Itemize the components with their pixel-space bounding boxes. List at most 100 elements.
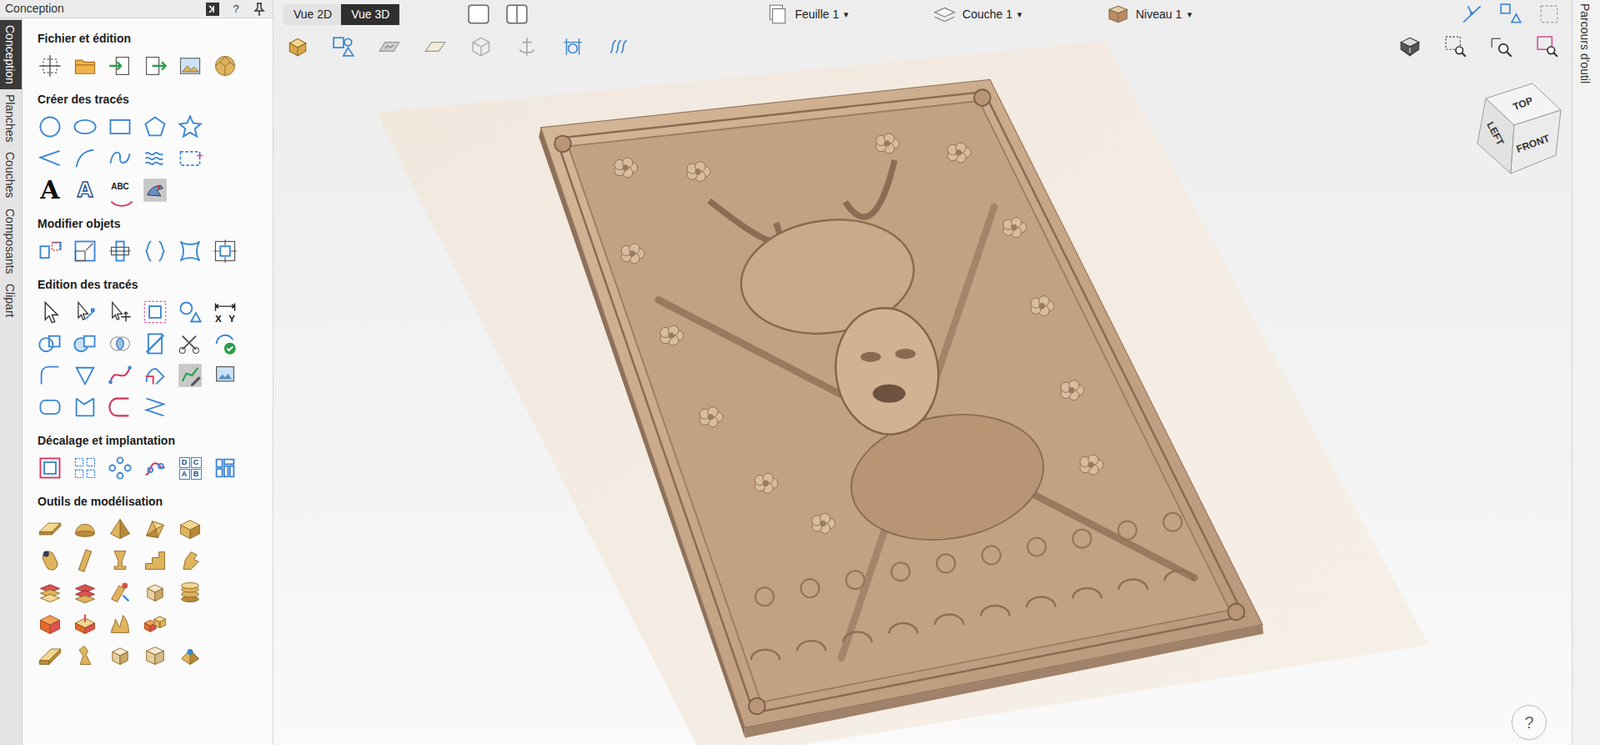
mirror-icon[interactable] bbox=[36, 237, 64, 265]
dome-icon[interactable] bbox=[71, 515, 99, 542]
wireframe-icon[interactable] bbox=[468, 34, 494, 60]
view-button[interactable]: Vue 3D bbox=[341, 4, 400, 26]
coins-icon[interactable] bbox=[176, 578, 204, 606]
redcube-icon[interactable] bbox=[36, 610, 64, 637]
roundrect-icon[interactable] bbox=[36, 393, 64, 421]
align-icon[interactable] bbox=[106, 237, 134, 265]
newdoc-icon[interactable] bbox=[36, 52, 64, 80]
brackets-icon[interactable] bbox=[141, 237, 169, 265]
weld-icon[interactable] bbox=[36, 330, 64, 357]
zoom-all-icon[interactable] bbox=[1489, 34, 1515, 60]
block-icon[interactable] bbox=[141, 642, 169, 669]
side-tab[interactable]: Planches bbox=[0, 89, 22, 148]
gear3d-icon[interactable] bbox=[176, 642, 204, 669]
triangle-icon[interactable] bbox=[71, 361, 99, 389]
center-icon[interactable] bbox=[211, 237, 239, 265]
waves-icon[interactable] bbox=[606, 34, 632, 60]
subtract-icon[interactable] bbox=[71, 330, 99, 357]
spline-icon[interactable] bbox=[106, 361, 134, 389]
labels-tool[interactable]: DCAB bbox=[176, 454, 204, 482]
folder-icon[interactable] bbox=[71, 52, 99, 80]
scale-icon[interactable] bbox=[71, 237, 99, 265]
shapes-icon[interactable] bbox=[176, 298, 204, 326]
figure-icon[interactable] bbox=[71, 642, 99, 669]
shapes-icon[interactable] bbox=[1498, 1, 1524, 27]
dropdown[interactable]: Niveau 1▾ bbox=[1105, 1, 1192, 27]
view-button[interactable]: Vue 2D bbox=[283, 4, 342, 26]
text-on-curve-tool[interactable]: ABC bbox=[106, 176, 134, 204]
chevron-icon[interactable] bbox=[141, 393, 169, 421]
split-view-icon[interactable] bbox=[504, 1, 530, 27]
cube-face-label[interactable]: TOP bbox=[1511, 94, 1535, 113]
layers-icon[interactable] bbox=[36, 578, 64, 606]
waves-icon[interactable] bbox=[141, 145, 169, 172]
outline-text-tool[interactable]: A bbox=[71, 176, 99, 204]
zoom-box-icon[interactable] bbox=[1443, 34, 1469, 60]
gem-icon[interactable] bbox=[211, 52, 239, 80]
dimension-tool[interactable]: XY bbox=[211, 298, 239, 326]
goblet-icon[interactable] bbox=[106, 546, 134, 574]
side-tab[interactable]: Conception bbox=[0, 20, 22, 90]
dropdown[interactable]: Couche 1▾ bbox=[932, 1, 1023, 27]
star-icon[interactable] bbox=[176, 113, 204, 141]
cube-face-label[interactable]: LEFT bbox=[1484, 120, 1507, 149]
curve-icon[interactable] bbox=[106, 145, 134, 172]
cubes-icon[interactable] bbox=[141, 610, 169, 637]
import-icon[interactable] bbox=[106, 52, 134, 80]
bar-icon[interactable] bbox=[71, 546, 99, 574]
capsule-icon[interactable] bbox=[36, 546, 64, 574]
hand-icon[interactable] bbox=[176, 546, 204, 574]
zoom-selection-icon[interactable] bbox=[1534, 34, 1560, 60]
circular-icon[interactable] bbox=[106, 454, 134, 482]
array-icon[interactable] bbox=[71, 454, 99, 482]
join-icon[interactable] bbox=[141, 361, 169, 389]
plane-icon[interactable] bbox=[36, 515, 64, 542]
slope-icon[interactable] bbox=[36, 642, 64, 669]
box-icon[interactable] bbox=[176, 515, 204, 542]
path-icon[interactable] bbox=[141, 454, 169, 482]
fillet-icon[interactable] bbox=[36, 361, 64, 389]
cube-icon[interactable] bbox=[106, 642, 134, 669]
pen-icon[interactable] bbox=[106, 578, 134, 606]
cube-icon[interactable] bbox=[141, 578, 169, 606]
intersect-icon[interactable] bbox=[106, 330, 134, 357]
circle-icon[interactable] bbox=[36, 113, 64, 141]
image-plane-icon[interactable] bbox=[376, 34, 402, 60]
redcube2-icon[interactable] bbox=[71, 610, 99, 637]
arc-icon[interactable] bbox=[71, 145, 99, 172]
collapse-panel-icon[interactable] bbox=[204, 0, 221, 18]
material-icon[interactable] bbox=[285, 34, 311, 60]
steps-icon[interactable] bbox=[141, 546, 169, 574]
vectors-icon[interactable] bbox=[331, 34, 357, 60]
draw-icon[interactable] bbox=[176, 361, 204, 389]
scene-icon[interactable] bbox=[176, 52, 204, 80]
pyramid-icon[interactable] bbox=[106, 515, 134, 542]
ellipse-icon[interactable] bbox=[71, 113, 99, 141]
pin-icon[interactable] bbox=[250, 0, 268, 18]
text-tool[interactable]: A bbox=[36, 176, 64, 204]
image-icon[interactable] bbox=[211, 361, 239, 389]
dashrect-icon[interactable] bbox=[176, 145, 204, 172]
layers2-icon[interactable] bbox=[71, 578, 99, 606]
view-cube[interactable]: TOPLEFT FRONT bbox=[1467, 76, 1568, 184]
polyline-icon[interactable] bbox=[36, 145, 64, 172]
export-icon[interactable] bbox=[141, 52, 169, 80]
trace-icon[interactable] bbox=[141, 176, 169, 204]
shading-icon[interactable] bbox=[1397, 34, 1423, 60]
anchor-icon[interactable] bbox=[514, 34, 540, 60]
plane-icon[interactable] bbox=[422, 34, 448, 60]
flame-icon[interactable] bbox=[106, 610, 134, 637]
ucurve-icon[interactable] bbox=[106, 393, 134, 421]
pentagon-icon[interactable] bbox=[141, 113, 169, 141]
cube-face-label[interactable]: FRONT bbox=[1514, 131, 1552, 156]
side-tab[interactable]: Couches bbox=[0, 146, 22, 203]
nest-icon[interactable] bbox=[211, 454, 239, 482]
dashsel-icon[interactable] bbox=[141, 298, 169, 326]
single-view-icon[interactable] bbox=[466, 1, 492, 27]
slash-icon[interactable] bbox=[141, 330, 169, 357]
toolpath-icon[interactable] bbox=[560, 34, 586, 60]
check-icon[interactable] bbox=[211, 330, 239, 357]
offset-icon[interactable] bbox=[36, 454, 64, 482]
toolpath-tab[interactable]: Parcours d'outil bbox=[1572, 0, 1600, 87]
snap-icon[interactable] bbox=[1459, 1, 1485, 27]
